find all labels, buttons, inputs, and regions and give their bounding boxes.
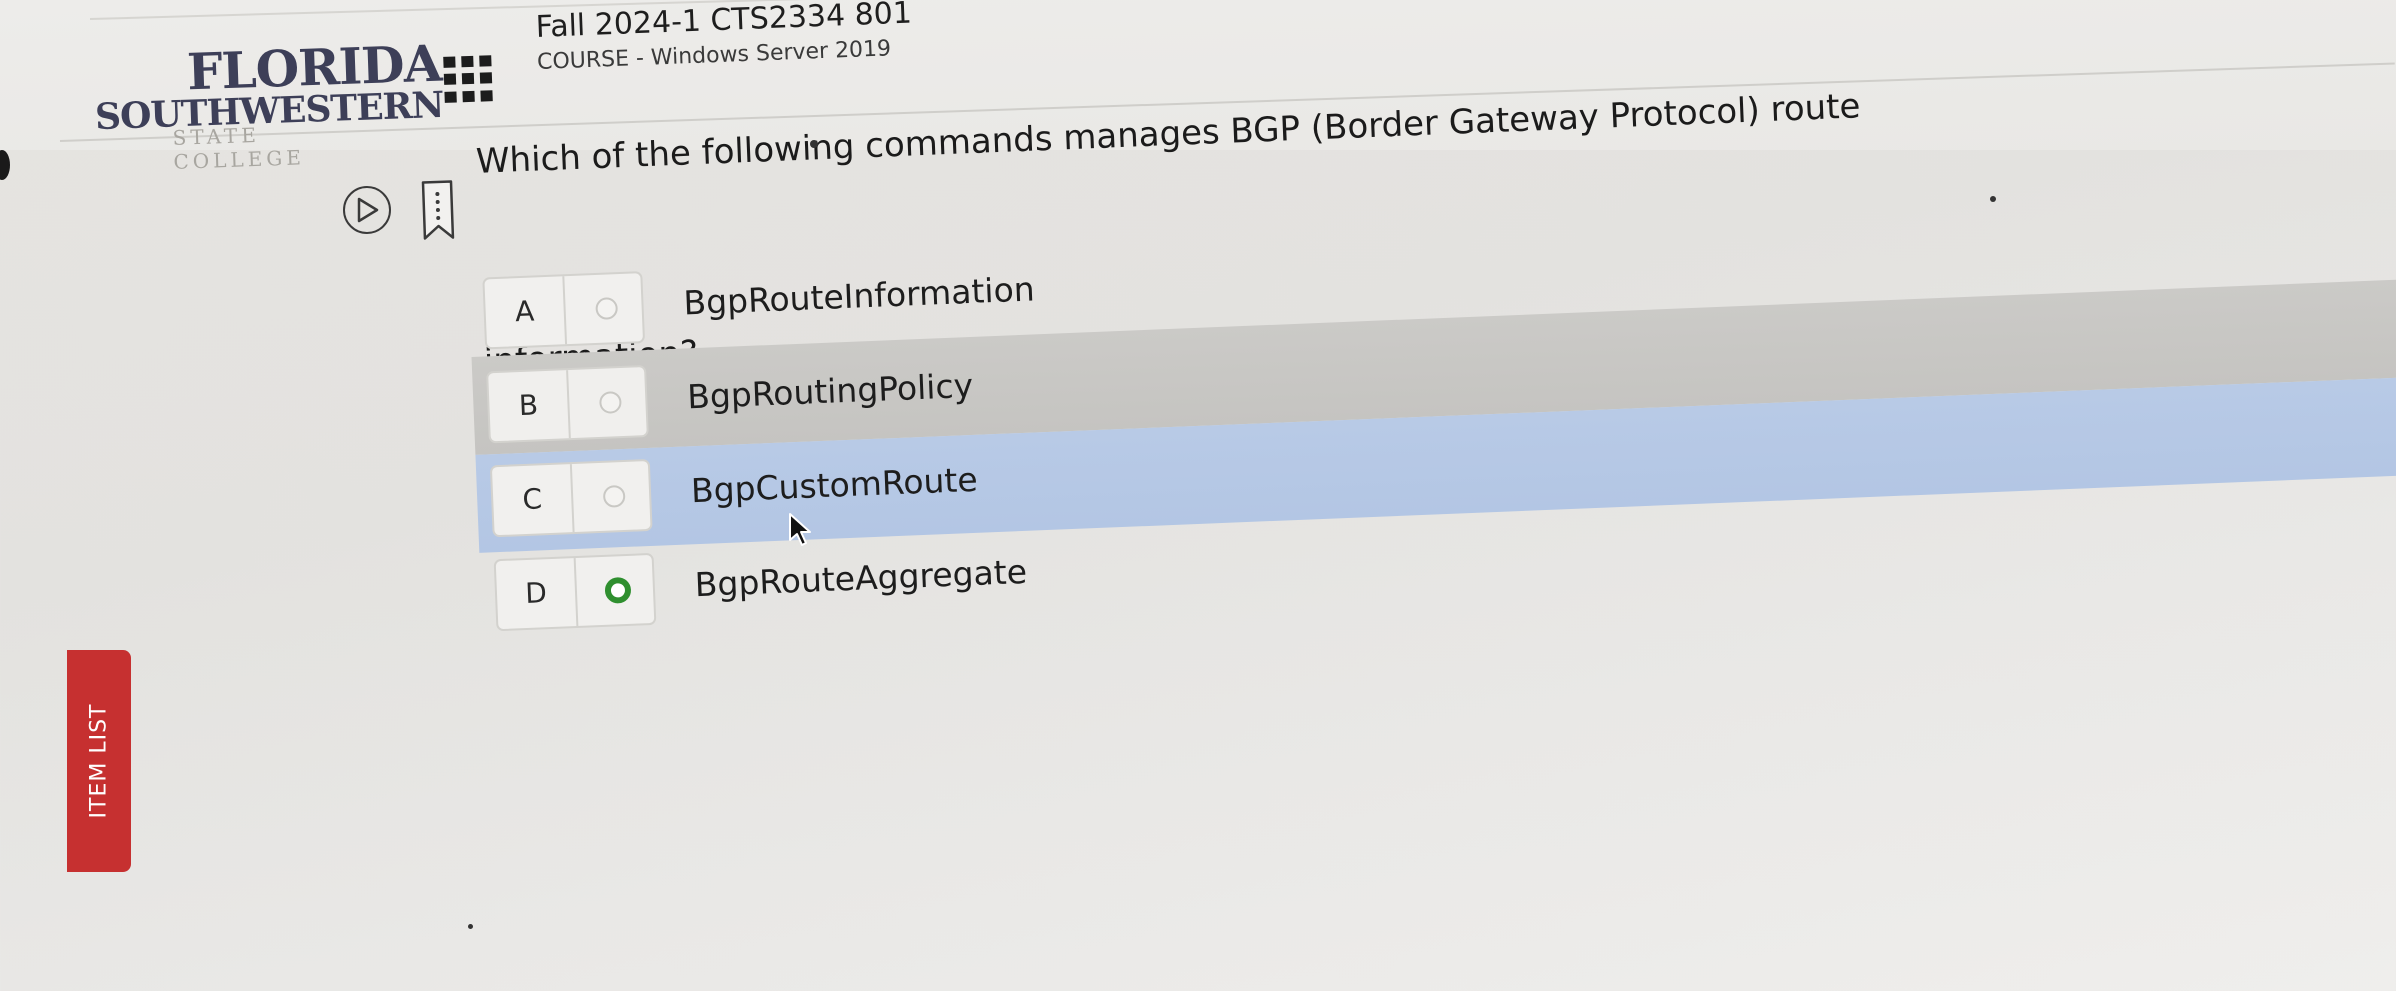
radio-button[interactable]: [595, 297, 619, 320]
logo-line-3: STATE COLLEGE: [172, 122, 306, 174]
option-label[interactable]: BgpRouteAggregate: [694, 550, 1028, 607]
option-d-box[interactable]: D: [493, 552, 657, 632]
item-list-label: ITEM LIST: [86, 703, 112, 819]
screen-speck: [468, 924, 473, 929]
option-a-box[interactable]: A: [482, 271, 646, 350]
play-icon[interactable]: [343, 186, 391, 234]
screen-speck: [1990, 196, 1996, 202]
radio-button[interactable]: [598, 391, 622, 414]
option-b-box[interactable]: B: [486, 365, 649, 444]
item-list-tab[interactable]: ITEM LIST: [67, 650, 131, 872]
bookmark-icon[interactable]: [421, 179, 455, 242]
screen-speck: [810, 140, 818, 148]
edge-dot: [0, 150, 10, 180]
option-letter: B: [488, 370, 571, 442]
radio-button[interactable]: [602, 484, 626, 508]
option-c-box[interactable]: C: [489, 458, 653, 538]
option-letter: A: [484, 276, 568, 348]
radio-button-selected[interactable]: [604, 576, 632, 604]
mouse-cursor-icon: [788, 512, 814, 552]
option-label[interactable]: BgpRoutingPolicy: [686, 364, 974, 419]
option-letter: D: [495, 557, 579, 630]
option-label[interactable]: BgpRouteInformation: [683, 267, 1036, 325]
option-letter: C: [491, 464, 575, 536]
option-label[interactable]: BgpCustomRoute: [690, 458, 978, 513]
college-logo[interactable]: FLORIDA SOUTHWESTERN STATE COLLEGE: [94, 34, 444, 174]
